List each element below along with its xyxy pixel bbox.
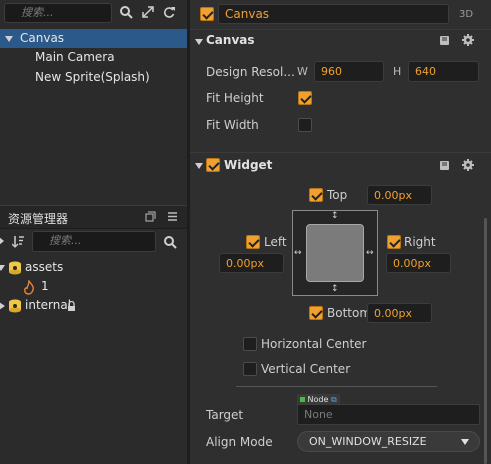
lock-icon [68, 301, 75, 311]
tree-item-label: New Sprite(Splash) [35, 70, 150, 84]
align-right-label: Right [404, 235, 436, 249]
widget-section-header[interactable]: Widget [190, 152, 491, 177]
horizontal-center-checkbox[interactable] [243, 337, 257, 351]
inspector-scrollbar[interactable] [484, 218, 487, 464]
widget-enabled-checkbox[interactable] [206, 158, 220, 172]
widget-section-title: Widget [224, 158, 273, 172]
node-name-input[interactable]: Canvas [218, 4, 449, 24]
database-icon [9, 299, 21, 313]
help-book-icon[interactable] [439, 160, 450, 171]
design-width-input[interactable]: 960 [314, 61, 384, 82]
asset-item-label: assets [25, 260, 64, 274]
hierarchy-toolbar: 搜索... [0, 0, 187, 26]
refresh-icon[interactable] [163, 6, 175, 18]
search-icon[interactable] [164, 236, 177, 249]
tree-item-main-camera[interactable]: Main Camera [35, 48, 115, 67]
right-margin-arrow-icon: ↔ [366, 248, 374, 258]
assets-panel-title: 资源管理器 [8, 212, 69, 226]
asset-item-label: internal [25, 298, 72, 312]
tree-item-label: Canvas [20, 31, 65, 45]
target-label: Target [206, 408, 244, 422]
expand-triangle-icon[interactable] [5, 36, 13, 42]
database-icon [9, 261, 21, 275]
fit-height-checkbox[interactable] [298, 91, 312, 105]
top-margin-arrow-icon: ↕ [331, 211, 339, 221]
align-top-input[interactable]: 0.00px [367, 185, 432, 205]
mode-3d-toggle[interactable]: 3D [459, 9, 473, 20]
inspector-panel: Canvas 3D Canvas Design Resol... W 960 H… [190, 0, 491, 464]
alignment-diagram: ↕ ↕ ↔ ↔ [292, 210, 378, 296]
section-divider [236, 386, 437, 387]
gear-icon[interactable] [462, 159, 474, 171]
hierarchy-search-input[interactable]: 搜索... [4, 3, 112, 23]
link-icon[interactable]: ⧉ [331, 395, 337, 404]
align-mode-label: Align Mode [206, 435, 273, 449]
tree-item-new-sprite[interactable]: New Sprite(Splash) [35, 68, 150, 87]
node-type-tag-label: Node [307, 395, 329, 404]
align-right-input[interactable]: 0.00px [386, 253, 451, 273]
fit-width-checkbox[interactable] [298, 118, 312, 132]
left-column: 搜索... Canvas Main Camera New Sprite(Spla… [0, 0, 187, 464]
vertical-center-label: Vertical Center [261, 362, 351, 376]
design-height-input[interactable]: 640 [408, 61, 479, 82]
expand-triangle-icon[interactable] [0, 265, 5, 271]
add-icon[interactable] [0, 237, 4, 245]
tree-item-label: Main Camera [35, 50, 115, 64]
align-top-label: Top [327, 188, 348, 202]
node-type-indicator-icon [300, 397, 305, 402]
horizontal-center-label: Horizontal Center [261, 337, 367, 351]
chevron-down-icon [461, 439, 469, 445]
left-margin-arrow-icon: ↔ [294, 248, 302, 258]
asset-item-internal[interactable]: internal [0, 296, 187, 315]
align-left-checkbox[interactable] [246, 235, 260, 249]
align-mode-select[interactable]: ON_WINDOW_RESIZE [297, 431, 480, 452]
help-book-icon[interactable] [439, 35, 450, 46]
bottom-margin-arrow-icon: ↕ [331, 284, 339, 294]
height-prefix-label: H [393, 65, 402, 78]
node-active-checkbox[interactable] [200, 7, 214, 21]
align-right-checkbox[interactable] [387, 235, 401, 249]
design-resolution-label: Design Resol... [206, 65, 295, 79]
target-node-field[interactable]: None [297, 404, 480, 425]
canvas-section-header[interactable]: Canvas [190, 29, 491, 52]
collapse-triangle-icon[interactable] [195, 39, 203, 45]
asset-item-label: 1 [41, 279, 49, 293]
canvas-section-title: Canvas [206, 33, 255, 47]
maximize-icon[interactable] [145, 211, 156, 222]
align-bottom-input[interactable]: 0.00px [367, 303, 432, 323]
asset-item-assets[interactable]: assets [0, 258, 187, 277]
hierarchy-tree: Canvas Main Camera New Sprite(Splash) [0, 28, 187, 198]
align-mode-value: ON_WINDOW_RESIZE [309, 435, 427, 448]
alignment-node-box [306, 224, 364, 282]
assets-tree: assets 1 internal [0, 258, 187, 318]
collapsed-triangle-icon[interactable] [0, 302, 5, 310]
gear-icon[interactable] [462, 34, 474, 46]
collapse-triangle-icon[interactable] [195, 163, 203, 169]
search-icon[interactable] [120, 6, 133, 19]
align-left-input[interactable]: 0.00px [219, 253, 284, 273]
expand-icon[interactable] [142, 6, 154, 18]
tree-item-canvas[interactable]: Canvas [0, 29, 187, 48]
assets-search-input[interactable]: 搜索... [32, 231, 156, 252]
assets-panel-header: 资源管理器 [0, 205, 187, 229]
asset-item-scene[interactable]: 1 [0, 277, 187, 296]
align-bottom-label: Bottom [327, 306, 372, 320]
fit-width-label: Fit Width [206, 118, 259, 132]
align-top-checkbox[interactable] [309, 188, 323, 202]
fire-icon [24, 280, 34, 295]
align-left-label: Left [264, 235, 287, 249]
align-bottom-checkbox[interactable] [309, 306, 323, 320]
sort-icon[interactable] [12, 235, 25, 248]
menu-icon[interactable] [167, 211, 178, 222]
fit-height-label: Fit Height [206, 91, 264, 105]
assets-toolbar: 搜索... [0, 228, 187, 256]
width-prefix-label: W [297, 65, 308, 78]
vertical-center-checkbox[interactable] [243, 362, 257, 376]
